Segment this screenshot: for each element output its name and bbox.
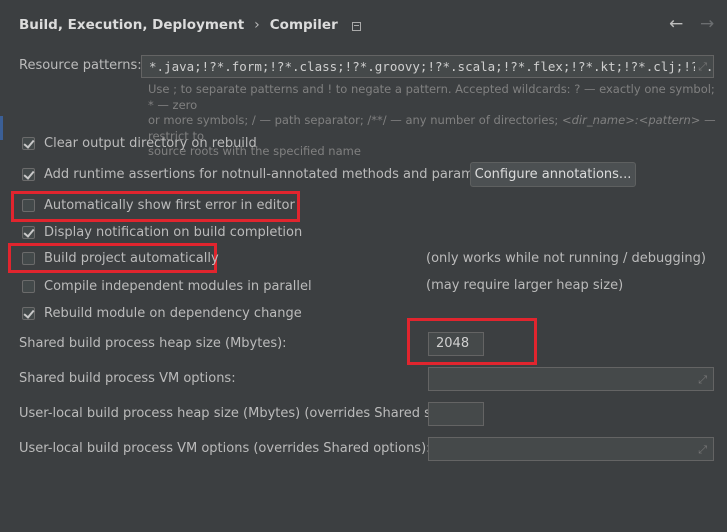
compile-parallel-label: Compile independent modules in parallel <box>44 279 312 294</box>
page-title: Compiler <box>269 17 338 33</box>
clear-output-option[interactable]: Clear output directory on rebuild <box>22 136 257 151</box>
hint-line-1: Use ; to separate patterns and ! to nega… <box>148 82 715 112</box>
left-edge-marker <box>0 116 3 140</box>
checkbox-checked-icon[interactable] <box>22 226 35 239</box>
resource-patterns-input[interactable]: *.java;!?*.form;!?*.class;!?*.groovy;!?*… <box>141 55 714 78</box>
back-arrow-icon[interactable]: ← <box>669 14 683 34</box>
checkbox-unchecked-icon[interactable] <box>22 280 35 293</box>
user-vm-label: User-local build process VM options (ove… <box>19 441 431 456</box>
expand-icon[interactable]: ⤢ <box>698 373 707 387</box>
shared-heap-input[interactable]: 2048 <box>428 332 484 356</box>
project-settings-icon <box>351 21 361 31</box>
compile-parallel-option[interactable]: Compile independent modules in parallel <box>22 279 312 294</box>
build-automatically-option[interactable]: Build project automatically <box>22 251 219 266</box>
runtime-assertions-option[interactable]: Add runtime assertions for notnull-annot… <box>22 167 507 182</box>
shared-vm-label: Shared build process VM options: <box>19 371 236 386</box>
expand-icon[interactable]: ⤢ <box>698 443 707 457</box>
rebuild-module-option[interactable]: Rebuild module on dependency change <box>22 306 302 321</box>
shared-vm-input[interactable]: ⤢ <box>428 367 714 391</box>
show-first-error-label: Automatically show first error in editor <box>44 198 295 213</box>
display-notification-option[interactable]: Display notification on build completion <box>22 225 302 240</box>
rebuild-module-label: Rebuild module on dependency change <box>44 306 302 321</box>
shared-heap-value: 2048 <box>436 336 470 351</box>
breadcrumb: Build, Execution, Deployment › Compiler <box>19 17 361 33</box>
checkbox-checked-icon[interactable] <box>22 307 35 320</box>
shared-heap-label: Shared build process heap size (Mbytes): <box>19 336 287 351</box>
resource-patterns-value: *.java;!?*.form;!?*.class;!?*.groovy;!?*… <box>149 59 714 74</box>
configure-annotations-button[interactable]: Configure annotations... <box>470 162 636 187</box>
forward-arrow-icon[interactable]: → <box>700 14 714 34</box>
checkbox-unchecked-icon[interactable] <box>22 199 35 212</box>
display-notification-label: Display notification on build completion <box>44 225 303 240</box>
breadcrumb-parent[interactable]: Build, Execution, Deployment <box>19 17 244 33</box>
resource-patterns-label: Resource patterns: <box>19 58 142 73</box>
compile-parallel-note: (may require larger heap size) <box>426 278 624 293</box>
checkbox-checked-icon[interactable] <box>22 137 35 150</box>
show-first-error-option[interactable]: Automatically show first error in editor <box>22 198 295 213</box>
breadcrumb-separator: › <box>254 17 260 33</box>
user-vm-input[interactable]: ⤢ <box>428 437 714 461</box>
checkbox-unchecked-icon[interactable] <box>22 252 35 265</box>
build-automatically-note: (only works while not running / debuggin… <box>426 251 706 266</box>
user-heap-input[interactable] <box>428 402 484 426</box>
build-automatically-label: Build project automatically <box>44 251 219 266</box>
checkbox-checked-icon[interactable] <box>22 168 35 181</box>
runtime-assertions-label: Add runtime assertions for notnull-annot… <box>44 167 508 182</box>
clear-output-label: Clear output directory on rebuild <box>44 136 257 151</box>
user-heap-label: User-local build process heap size (Mbyt… <box>19 406 459 421</box>
expand-icon[interactable]: ⤢ <box>695 60 707 74</box>
